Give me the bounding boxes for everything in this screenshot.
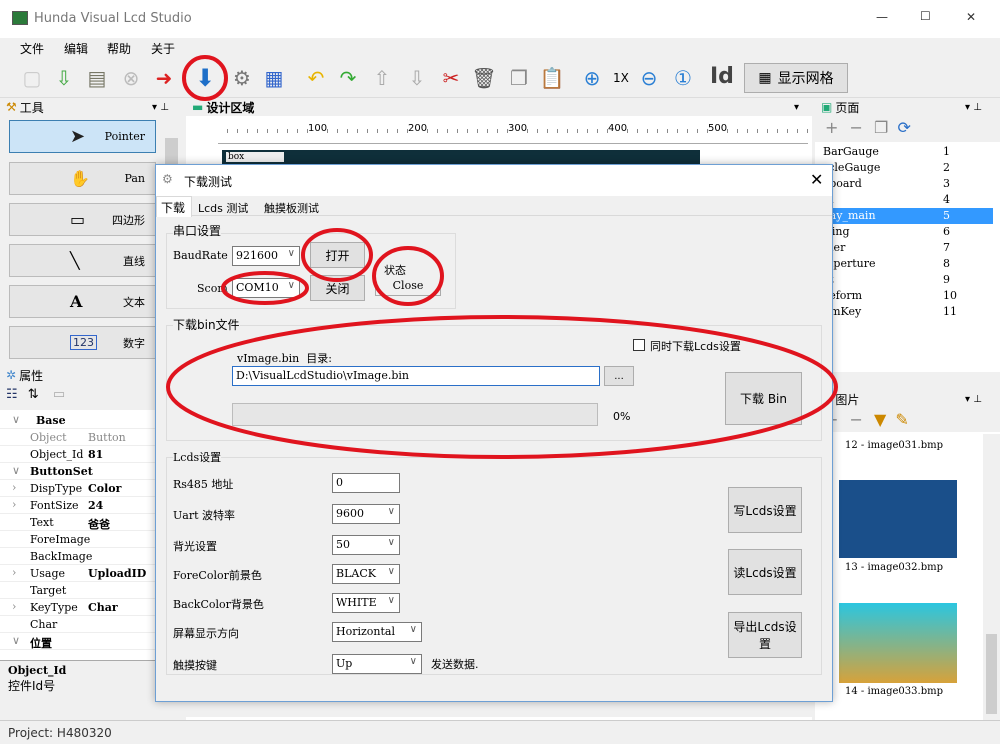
annotation-circle — [221, 271, 309, 305]
annotation-overlay — [166, 55, 838, 459]
annotation-circle — [301, 228, 373, 282]
annotation-circle — [166, 315, 838, 459]
annotation-circle — [372, 246, 444, 306]
annotation-circle — [182, 55, 228, 101]
